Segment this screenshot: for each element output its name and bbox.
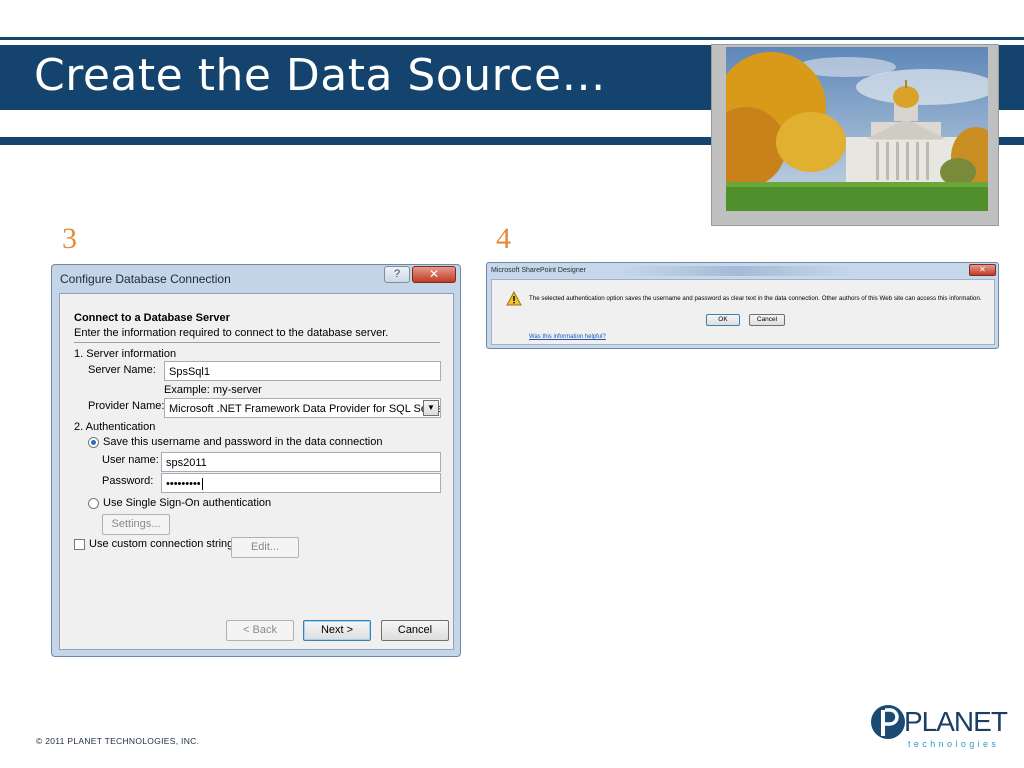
single-sign-on-label: Use Single Sign-On authentication <box>103 497 272 509</box>
logo-wordmark: PLANET <box>904 706 1008 737</box>
dialog-title: Configure Database Connection <box>60 272 231 286</box>
server-name-input[interactable]: SpsSql1 <box>164 361 441 381</box>
step-number-4: 4 <box>496 222 511 255</box>
dialog-titlebar: Configure Database Connection ? ✕ <box>52 265 460 293</box>
slide-title: Create the Data Source… <box>34 50 607 101</box>
photo-frame <box>711 44 999 226</box>
help-button[interactable]: ? <box>384 266 410 283</box>
dialog-heading: Connect to a Database Server <box>74 312 230 324</box>
save-credentials-radio[interactable] <box>88 437 99 448</box>
logo-tagline: technologies <box>908 739 1000 749</box>
step-number-3: 3 <box>62 222 77 255</box>
helpful-feedback-link[interactable]: Was this information helpful? <box>529 334 606 340</box>
dialog-subheading: Enter the information required to connec… <box>74 327 389 339</box>
top-rule <box>0 37 1024 40</box>
edit-button[interactable]: Edit... <box>231 537 299 558</box>
provider-name-select[interactable]: Microsoft .NET Framework Data Provider f… <box>164 398 441 418</box>
planet-logo-mark <box>871 705 905 739</box>
sharepoint-designer-warning-dialog: Microsoft SharePoint Designer ✕ The sele… <box>486 262 999 349</box>
planet-technologies-logo: PLANET technologies <box>866 696 1016 756</box>
save-credentials-label: Save this username and password in the d… <box>103 436 383 448</box>
password-value: ••••••••• <box>166 478 201 490</box>
copyright-footer: © 2011 PLANET TECHNOLOGIES, INC. <box>36 736 200 746</box>
custom-connection-checkbox[interactable] <box>74 539 85 550</box>
custom-connection-label: Use custom connection string <box>89 538 234 550</box>
warning-dialog-title: Microsoft SharePoint Designer <box>491 267 586 274</box>
next-button[interactable]: Next > <box>303 620 371 641</box>
warning-message: The selected authentication option saves… <box>529 295 982 302</box>
dialog-body: Connect to a Database Server Enter the i… <box>59 293 454 650</box>
server-info-heading: 1. Server information <box>74 348 177 360</box>
warning-icon <box>506 291 522 306</box>
warning-close-button[interactable]: ✕ <box>969 264 996 276</box>
server-example-text: Example: my-server <box>164 384 262 396</box>
warning-cancel-button[interactable]: Cancel <box>749 314 785 326</box>
password-input[interactable]: ••••••••• <box>161 473 441 493</box>
authentication-heading: 2. Authentication <box>74 421 156 433</box>
close-button[interactable]: ✕ <box>412 266 456 283</box>
blurred-background-titlebar <box>617 266 857 276</box>
username-input[interactable]: sps2011 <box>161 452 441 472</box>
warning-dialog-body: The selected authentication option saves… <box>491 279 995 345</box>
ok-button[interactable]: OK <box>706 314 740 326</box>
username-label: User name: <box>102 454 159 466</box>
server-name-label: Server Name: <box>88 364 156 376</box>
single-sign-on-radio[interactable] <box>88 498 99 509</box>
cancel-button[interactable]: Cancel <box>381 620 449 641</box>
provider-name-label: Provider Name: <box>88 400 165 412</box>
capitol-building-photo <box>726 47 988 211</box>
password-label: Password: <box>102 475 154 487</box>
settings-button[interactable]: Settings... <box>102 514 170 535</box>
provider-name-value: Microsoft .NET Framework Data Provider f… <box>169 403 441 415</box>
configure-database-connection-dialog: Configure Database Connection ? ✕ Connec… <box>51 264 461 657</box>
header-separator <box>74 342 440 343</box>
back-button[interactable]: < Back <box>226 620 294 641</box>
chevron-down-icon[interactable]: ▼ <box>423 400 439 416</box>
